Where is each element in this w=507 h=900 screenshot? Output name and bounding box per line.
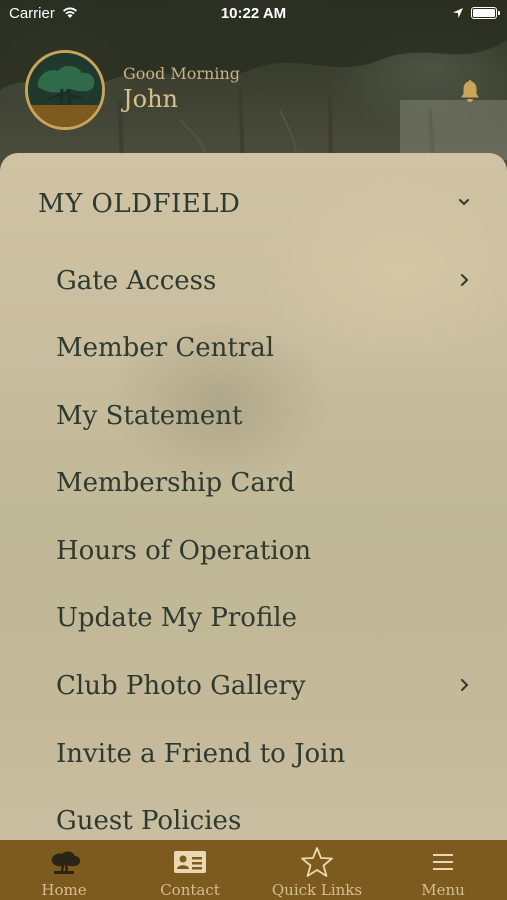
menu-item-label: Club Photo Gallery xyxy=(56,671,306,701)
tab-menu[interactable]: Menu xyxy=(393,840,493,900)
menu-item-my-statement[interactable]: My Statement xyxy=(0,389,507,449)
menu-item-label: Gate Access xyxy=(56,266,217,296)
menu-item-club-photo-gallery[interactable]: Club Photo Gallery xyxy=(0,659,507,719)
menu-item-label: Member Central xyxy=(56,333,275,363)
greeting-text: Good Morning xyxy=(123,64,241,83)
tab-home[interactable]: Home xyxy=(14,840,114,900)
menu-item-hours-of-operation[interactable]: Hours of Operation xyxy=(0,524,507,584)
contact-card-icon xyxy=(174,851,206,873)
battery-icon xyxy=(471,7,500,19)
clock: 10:22 AM xyxy=(220,5,287,22)
tab-quick-links[interactable]: Quick Links xyxy=(267,840,367,900)
menu-item-label: My Statement xyxy=(56,401,243,431)
tab-bar: Home Contact Quick Links Menu xyxy=(0,840,507,900)
menu-item-label: Guest Policies xyxy=(56,806,242,836)
location-arrow-icon xyxy=(453,8,463,18)
tab-label: Menu xyxy=(421,881,465,899)
menu-item-invite-a-friend[interactable]: Invite a Friend to Join xyxy=(0,727,507,787)
menu-item-guest-policies[interactable]: Guest Policies xyxy=(0,794,507,843)
tab-label: Home xyxy=(41,881,87,899)
star-icon xyxy=(301,847,333,877)
oak-tree-logo-icon xyxy=(28,53,102,127)
hamburger-menu-icon xyxy=(433,854,453,870)
tab-label: Contact xyxy=(160,881,220,899)
notification-bell-icon[interactable] xyxy=(458,78,482,104)
menu-item-membership-card[interactable]: Membership Card xyxy=(0,456,507,516)
menu-item-gate-access[interactable]: Gate Access xyxy=(0,254,507,314)
tab-contact[interactable]: Contact xyxy=(140,840,240,900)
menu-item-label: Update My Profile xyxy=(56,603,297,633)
chevron-right-icon xyxy=(461,679,469,691)
chevron-down-icon[interactable] xyxy=(457,195,471,209)
menu-item-member-central[interactable]: Member Central xyxy=(0,321,507,381)
menu-item-label: Invite a Friend to Join xyxy=(56,739,346,769)
club-logo[interactable] xyxy=(25,50,105,130)
menu-item-update-my-profile[interactable]: Update My Profile xyxy=(0,591,507,651)
status-bar: Carrier 10:22 AM xyxy=(0,0,507,30)
tree-icon xyxy=(51,851,81,874)
user-name: John xyxy=(123,85,178,113)
menu-item-label: Membership Card xyxy=(56,468,295,498)
menu-item-label: Hours of Operation xyxy=(56,536,312,566)
section-title-my-oldfield[interactable]: MY OLDFIELD xyxy=(38,189,240,219)
chevron-right-icon xyxy=(461,274,469,286)
menu-panel: MY OLDFIELD Gate Access Member Central M… xyxy=(0,153,507,843)
tab-label: Quick Links xyxy=(271,881,363,899)
